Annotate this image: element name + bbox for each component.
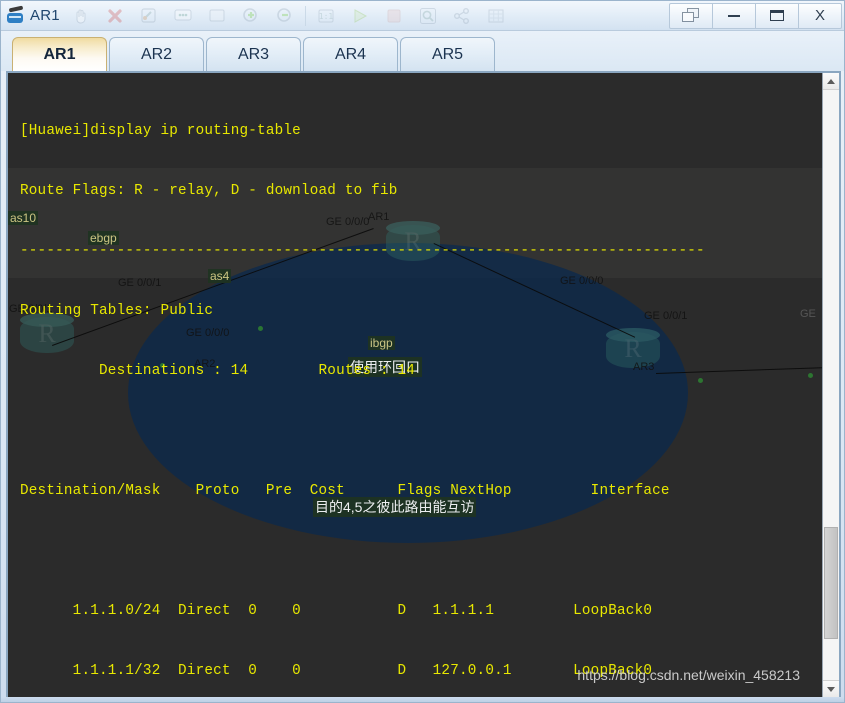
- restore-window-button[interactable]: [669, 2, 713, 29]
- svg-text:1:1: 1:1: [319, 12, 334, 21]
- hand-pan-icon[interactable]: [64, 3, 98, 29]
- terminal-panel: R R R AR1 AR2 AR3 GE 0/0/0 GE 0/0/0 GE 0…: [6, 71, 841, 699]
- tab-label: AR3: [237, 45, 270, 63]
- terminal-route-line: 1.1.1.0/24 Direct 0 0 D 1.1.1.1 LoopBack…: [20, 603, 653, 619]
- zoom-out-icon[interactable]: [268, 3, 302, 29]
- tab-ar3[interactable]: AR3: [206, 37, 301, 71]
- ensp-console-window: AR1 1:1 X AR1 AR2 AR3 AR4 AR5 R R R AR1 …: [0, 0, 845, 703]
- tab-label: AR4: [334, 45, 367, 63]
- zoom-in-icon[interactable]: [234, 3, 268, 29]
- actual-size-icon[interactable]: 1:1: [309, 3, 343, 29]
- title-bar: AR1 1:1 X: [1, 1, 844, 31]
- topology-tree-icon[interactable]: [445, 3, 479, 29]
- scroll-down-icon[interactable]: [823, 680, 839, 697]
- rectangle-icon[interactable]: [200, 3, 234, 29]
- csdn-watermark: https://blog.csdn.net/weixin_458213: [577, 667, 800, 683]
- window-bottom-edge: [1, 697, 844, 702]
- scroll-up-icon[interactable]: [823, 73, 839, 90]
- wrench-icon[interactable]: [132, 3, 166, 29]
- restore-icon: [682, 8, 700, 23]
- terminal-line: Route Flags: R - relay, D - download to …: [20, 183, 398, 199]
- tab-ar4[interactable]: AR4: [303, 37, 398, 71]
- play-start-icon[interactable]: [343, 3, 377, 29]
- close-window-button[interactable]: X: [798, 2, 842, 29]
- maximize-window-button[interactable]: [755, 2, 799, 29]
- terminal-line: Routing Tables: Public: [20, 303, 214, 319]
- tab-ar5[interactable]: AR5: [400, 37, 495, 71]
- minimize-icon: [728, 14, 740, 17]
- cli-console[interactable]: R R R AR1 AR2 AR3 GE 0/0/0 GE 0/0/0 GE 0…: [8, 73, 822, 697]
- window-controls: X: [669, 2, 842, 29]
- tab-label: AR2: [140, 45, 173, 63]
- tab-label: AR5: [431, 45, 464, 63]
- close-icon: X: [814, 7, 825, 24]
- terminal-line: [Huawei]display ip routing-table: [20, 123, 301, 139]
- router-app-icon: [5, 5, 27, 27]
- minimize-window-button[interactable]: [712, 2, 756, 29]
- search-icon[interactable]: [411, 3, 445, 29]
- terminal-header-row: Destination/Mask Proto Pre Cost Flags Ne…: [20, 483, 670, 499]
- scrollbar-track[interactable]: [823, 90, 839, 680]
- tab-ar2[interactable]: AR2: [109, 37, 204, 71]
- vertical-scrollbar[interactable]: [822, 73, 839, 697]
- device-tab-bar: AR1 AR2 AR3 AR4 AR5: [1, 31, 844, 71]
- toolbar: 1:1: [64, 3, 670, 29]
- maximize-icon: [770, 10, 784, 21]
- scrollbar-thumb[interactable]: [824, 526, 838, 639]
- tab-ar1[interactable]: AR1: [12, 37, 107, 71]
- delete-x-icon[interactable]: [98, 3, 132, 29]
- terminal-line: ----------------------------------------…: [20, 243, 705, 259]
- ellipsis-icon[interactable]: [166, 3, 200, 29]
- terminal-output: [Huawei]display ip routing-table Route F…: [8, 73, 822, 697]
- stop-icon[interactable]: [377, 3, 411, 29]
- terminal-line: Destinations : 14 Routes : 14: [20, 363, 416, 379]
- grid-icon[interactable]: [479, 3, 513, 29]
- tab-label: AR1: [43, 45, 76, 63]
- window-title: AR1: [30, 7, 60, 24]
